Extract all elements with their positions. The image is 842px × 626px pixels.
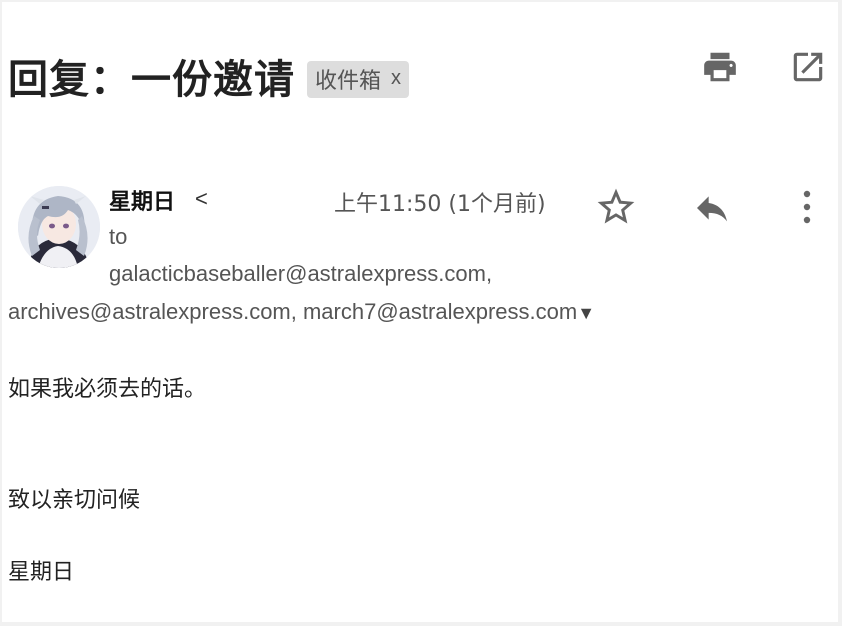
signature-line: 星期日 [8, 560, 75, 585]
sender-email-bracket: < [195, 186, 208, 211]
sender-avatar[interactable] [18, 186, 100, 268]
recipients-line-2-text: archives@astralexpress.com, march7@astra… [8, 299, 578, 324]
inbox-label-chip[interactable]: 收件箱 x [307, 60, 410, 98]
sender-name[interactable]: 星期日 [109, 184, 175, 216]
star-button[interactable] [592, 184, 640, 230]
print-icon [704, 52, 736, 82]
email-subject: 回复：一份邀请 [8, 57, 295, 103]
body-line: 如果我必须去的话。 [8, 377, 207, 402]
print-button[interactable] [700, 47, 740, 87]
email-view: 回复：一份邀请 收件箱 x 星期日 < 上午11:50 (1个月前) to ga… [2, 2, 838, 622]
reply-icon [697, 196, 727, 222]
label-chip-text: 收件箱 [315, 68, 382, 94]
remove-label-button[interactable]: x [391, 67, 401, 90]
expand-recipients-button[interactable]: ▼ [577, 303, 595, 323]
open-in-new-window-button[interactable] [788, 47, 828, 87]
more-vertical-icon [803, 190, 811, 224]
email-timestamp: 上午11:50 (1个月前) [334, 192, 546, 217]
subject-row: 回复：一份邀请 收件箱 x [8, 48, 410, 104]
recipients-line-2: archives@astralexpress.com, march7@astra… [8, 299, 595, 325]
signoff-line: 致以亲切问候 [8, 488, 141, 513]
star-outline-icon [597, 188, 635, 224]
avatar-image [18, 186, 100, 268]
open-in-new-icon [793, 52, 823, 82]
to-label: to [109, 224, 128, 249]
reply-button[interactable] [688, 186, 736, 230]
more-options-button[interactable] [792, 184, 822, 230]
recipients-line-1: galacticbaseballer@astralexpress.com, [109, 261, 493, 286]
